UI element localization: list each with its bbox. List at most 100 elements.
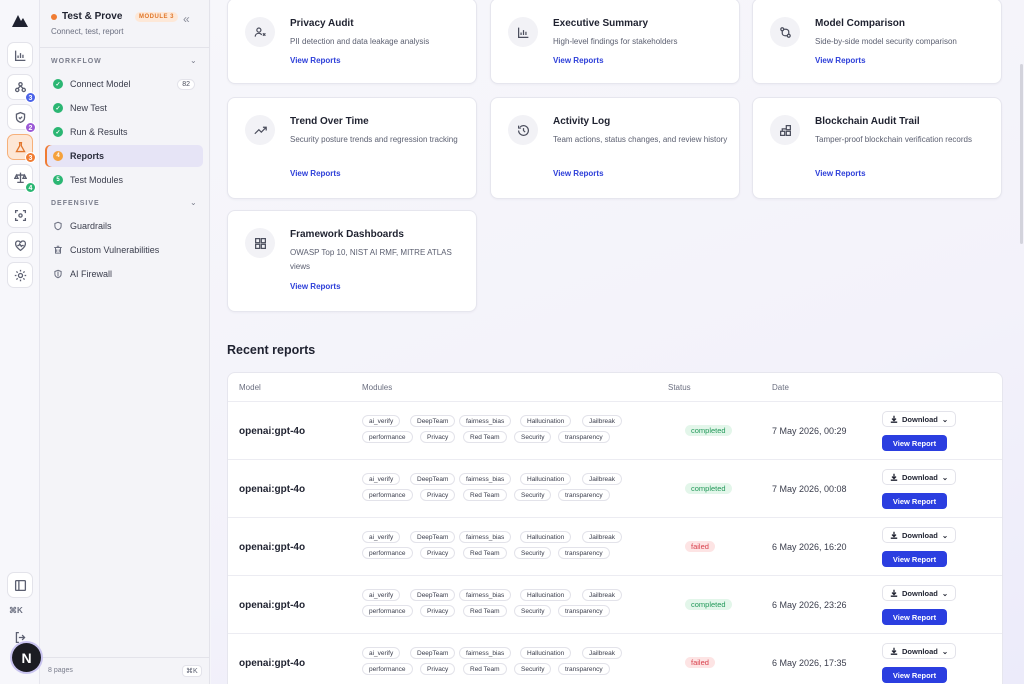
- module-tag: fairness_bias: [459, 647, 512, 659]
- module-tag: Hallucination: [520, 531, 572, 543]
- chevron-down-icon: ⌄: [941, 530, 949, 540]
- sidebar-item-run-results[interactable]: ✓ Run & Results: [45, 121, 203, 143]
- view-reports-link[interactable]: View Reports: [290, 282, 341, 291]
- command-palette-shortcut[interactable]: ⌘K: [182, 665, 202, 677]
- chevron-down-icon[interactable]: ⌄: [190, 56, 197, 65]
- view-report-button[interactable]: View Report: [882, 551, 947, 567]
- card-description: OWASP Top 10, NIST AI RMF, MITRE ATLAS v…: [290, 248, 452, 271]
- download-button[interactable]: Download ⌄: [882, 527, 957, 543]
- shield-icon: [53, 221, 63, 231]
- rail-compliance-button[interactable]: 4: [7, 164, 36, 193]
- view-report-button[interactable]: View Report: [882, 667, 947, 683]
- module-tag: ai_verify: [362, 589, 401, 601]
- module-tag: fairness_bias: [459, 415, 512, 427]
- sidebar-item-ai-firewall[interactable]: AI Firewall: [45, 263, 203, 285]
- module-tag: Red Team: [463, 605, 507, 617]
- git-compare-icon: [770, 17, 800, 47]
- module-tag: Jailbreak: [582, 647, 623, 659]
- check-circle-icon: ✓: [53, 103, 63, 113]
- column-header: Modules: [362, 383, 393, 392]
- module-tag: Jailbreak: [582, 473, 623, 485]
- rail-connect-button[interactable]: 3: [7, 74, 36, 103]
- view-report-button[interactable]: View Report: [882, 493, 947, 509]
- module-tag: Red Team: [463, 663, 507, 675]
- report-card-model-comparison[interactable]: Model Comparison Side-by-side model secur…: [752, 0, 1002, 84]
- firewall-icon: [53, 269, 63, 279]
- download-button[interactable]: Download ⌄: [882, 469, 957, 485]
- bar-chart-icon: [508, 17, 538, 47]
- module-tag: transparency: [558, 547, 610, 559]
- download-button[interactable]: Download ⌄: [882, 643, 957, 659]
- column-header: Date: [772, 383, 789, 392]
- model-name: openai:gpt-4o: [239, 426, 306, 437]
- module-tag: Hallucination: [520, 473, 572, 485]
- status-badge: completed: [685, 599, 732, 610]
- card-title: Framework Dashboards: [290, 229, 404, 240]
- view-reports-link[interactable]: View Reports: [553, 56, 604, 65]
- sidebar-title: Test & Prove: [62, 11, 123, 22]
- step-number-icon: 4: [53, 151, 63, 161]
- table-row: openai:gpt-4o ai_verify DeepTeam fairness_b…: [228, 576, 1002, 634]
- download-button[interactable]: Download ⌄: [882, 585, 957, 601]
- sidebar-item-guardrails[interactable]: Guardrails: [45, 215, 203, 237]
- module-tag: DeepTeam: [410, 647, 456, 659]
- rail-test-button[interactable]: 3: [7, 134, 36, 163]
- view-reports-link[interactable]: View Reports: [290, 169, 341, 178]
- module-tag: ai_verify: [362, 473, 401, 485]
- module-tag: Jailbreak: [582, 531, 623, 543]
- app-logo-icon: [12, 15, 28, 27]
- sidebar-item-connect-model[interactable]: ✓ Connect Model 82: [45, 73, 203, 95]
- status-badge: failed: [685, 541, 715, 552]
- collapse-sidebar-button[interactable]: «: [183, 12, 190, 26]
- status-badge: completed: [685, 483, 732, 494]
- sidebar-item-custom-vulnerabilities[interactable]: Custom Vulnerabilities: [45, 239, 203, 261]
- sidebar-item-new-test[interactable]: ✓ New Test: [45, 97, 203, 119]
- rail-settings-button[interactable]: [7, 262, 33, 288]
- table-row: openai:gpt-4o ai_verify DeepTeam fairness_b…: [228, 460, 1002, 518]
- download-button[interactable]: Download ⌄: [882, 411, 957, 427]
- scrollbar[interactable]: [1020, 64, 1023, 244]
- user-avatar[interactable]: N: [12, 643, 41, 672]
- sidebar-item-test-modules[interactable]: 5 Test Modules: [45, 169, 203, 191]
- report-card-executive-summary[interactable]: Executive Summary High-level findings for…: [490, 0, 740, 84]
- chevron-down-icon[interactable]: ⌄: [190, 198, 197, 207]
- view-reports-link[interactable]: View Reports: [553, 169, 604, 178]
- module-tag: Red Team: [463, 431, 507, 443]
- step-number-icon: 5: [53, 175, 63, 185]
- panel-icon: [14, 579, 26, 591]
- module-tag: Hallucination: [520, 647, 572, 659]
- rail-scan-button[interactable]: [7, 202, 33, 228]
- check-circle-icon: ✓: [53, 127, 63, 137]
- rail-analytics-button[interactable]: [7, 42, 33, 68]
- model-name: openai:gpt-4o: [239, 600, 306, 611]
- view-report-button[interactable]: View Report: [882, 435, 947, 451]
- module-tag: Privacy: [420, 547, 456, 559]
- rail-shield-button[interactable]: 2: [7, 104, 36, 133]
- workflow-section-label: WORKFLOW: [51, 58, 102, 65]
- view-reports-link[interactable]: View Reports: [290, 56, 341, 65]
- report-card-blockchain-audit-trail[interactable]: Blockchain Audit Trail Tamper-proof block…: [752, 97, 1002, 199]
- report-card-privacy-audit[interactable]: Privacy Audit PII detection and data leak…: [227, 0, 477, 84]
- sidebar-item-reports[interactable]: 4 Reports: [45, 145, 203, 167]
- report-date: 6 May 2026, 16:20: [772, 542, 847, 552]
- module-tag: performance: [362, 663, 413, 675]
- card-description: PII detection and data leakage analysis: [290, 37, 430, 46]
- report-card-trend-over-time[interactable]: Trend Over Time Security posture trends a…: [227, 97, 477, 199]
- bar-chart-icon: [14, 50, 25, 61]
- module-tag: ai_verify: [362, 647, 401, 659]
- report-date: 6 May 2026, 17:35: [772, 658, 847, 668]
- shield-check-icon: [15, 111, 25, 123]
- report-card-activity-log[interactable]: Activity Log Team actions, status changes…: [490, 97, 740, 199]
- column-header: Model: [239, 383, 261, 392]
- report-card-framework-dashboards[interactable]: Framework Dashboards OWASP Top 10, NIST A…: [227, 210, 477, 312]
- view-reports-link[interactable]: View Reports: [815, 169, 866, 178]
- download-label: Download: [902, 414, 938, 424]
- rail-health-button[interactable]: [7, 232, 33, 258]
- rail-panel-button[interactable]: [7, 572, 33, 598]
- module-tag: transparency: [558, 489, 610, 501]
- view-report-button[interactable]: View Report: [882, 609, 947, 625]
- download-icon: [890, 647, 898, 655]
- card-title: Blockchain Audit Trail: [815, 116, 920, 127]
- check-circle-icon: ✓: [53, 79, 63, 89]
- view-reports-link[interactable]: View Reports: [815, 56, 866, 65]
